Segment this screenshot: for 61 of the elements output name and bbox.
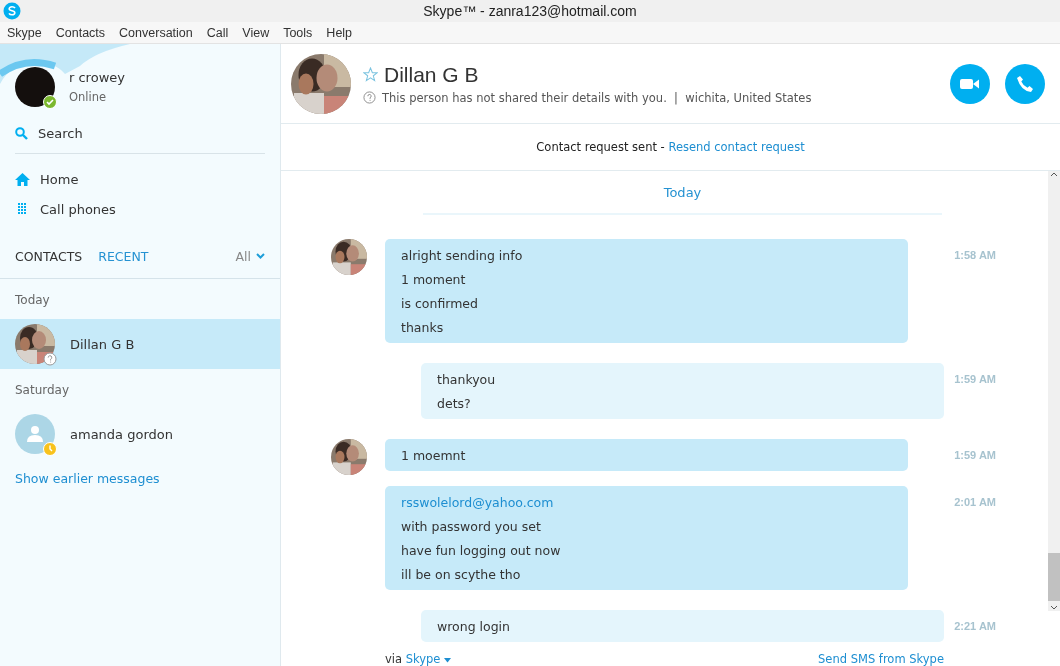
scroll-up-icon[interactable] xyxy=(1050,171,1058,177)
caret-icon xyxy=(444,658,452,663)
call-button[interactable] xyxy=(1005,63,1045,104)
message-text: with password you set xyxy=(401,518,542,536)
message-time: 1:58 AM xyxy=(953,248,996,261)
sms-link[interactable]: Send SMS from Skype xyxy=(818,652,944,666)
nav-item[interactable]: Home xyxy=(40,171,79,187)
contact-item[interactable]: amanda gordon xyxy=(0,409,280,459)
scroll-thumb[interactable] xyxy=(1048,553,1060,601)
status-text[interactable]: Online xyxy=(69,90,125,104)
skype-logo-icon xyxy=(3,2,21,20)
default-avatar-icon xyxy=(15,414,55,454)
menu-item[interactable]: View xyxy=(242,25,278,40)
section-heading: Saturday xyxy=(15,383,70,397)
profile-avatar[interactable] xyxy=(15,67,55,107)
home-icon xyxy=(15,172,30,186)
message-text: alright sending info xyxy=(401,247,524,265)
search-icon xyxy=(15,127,28,140)
menu-item[interactable]: Skype xyxy=(7,25,50,40)
star-icon[interactable] xyxy=(363,67,378,82)
contact-name: Dillan G B xyxy=(384,62,479,87)
list-tab[interactable]: CONTACTS xyxy=(15,248,83,264)
message-text: 1 moemnt xyxy=(401,447,467,465)
show-earlier-link[interactable]: Show earlier messages xyxy=(0,459,280,486)
menu-item[interactable]: Contacts xyxy=(55,25,114,40)
menu-item[interactable]: Help xyxy=(326,25,361,40)
menu-item[interactable]: Call xyxy=(206,25,237,40)
message-time: 2:01 AM xyxy=(953,495,996,508)
message-text: dets? xyxy=(437,395,472,413)
phone-icon xyxy=(1016,74,1034,93)
message-text: ill be on scythe tho xyxy=(401,566,522,584)
chevron-down-icon xyxy=(256,253,265,259)
menu-item[interactable]: Tools xyxy=(283,25,321,40)
contact-details: This person has not shared their details with you. | wichita, United States xyxy=(382,90,812,105)
message-text: is confirmed xyxy=(401,295,479,313)
via-label: via Skype xyxy=(385,652,452,666)
scrollbar[interactable] xyxy=(1048,171,1060,611)
menu-item[interactable]: Conversation xyxy=(119,25,201,40)
filter-dropdown[interactable]: All xyxy=(235,248,265,264)
message-text: thanks xyxy=(401,319,445,337)
message-text: have fun logging out now xyxy=(401,542,562,560)
profile-name: r crowey xyxy=(69,70,125,85)
service-dropdown[interactable]: Skype xyxy=(405,652,452,666)
section-heading: Today xyxy=(15,293,50,307)
nav-item[interactable]: Call phones xyxy=(40,201,116,217)
scroll-down-icon[interactable] xyxy=(1050,605,1058,611)
message-text: thankyou xyxy=(437,371,497,389)
contact-item[interactable]: Dillan G B xyxy=(0,319,280,369)
window-title: Skype™ - zanra123@hotmail.com xyxy=(423,3,637,19)
video-call-button[interactable] xyxy=(950,63,990,104)
message-time: 1:59 AM xyxy=(953,372,996,385)
search-button[interactable]: Search xyxy=(38,126,83,141)
request-status: Contact request sent - Resend contact request xyxy=(536,140,805,154)
message-time: 2:21 AM xyxy=(953,619,996,632)
video-camera-icon xyxy=(960,76,980,91)
message-time: 1:59 AM xyxy=(953,448,996,461)
message-text: 1 moment xyxy=(401,271,467,289)
help-icon xyxy=(363,91,376,104)
day-label: Today xyxy=(663,184,702,200)
resend-link[interactable]: Resend contact request xyxy=(668,140,805,154)
message-text: wrong login xyxy=(437,618,512,636)
